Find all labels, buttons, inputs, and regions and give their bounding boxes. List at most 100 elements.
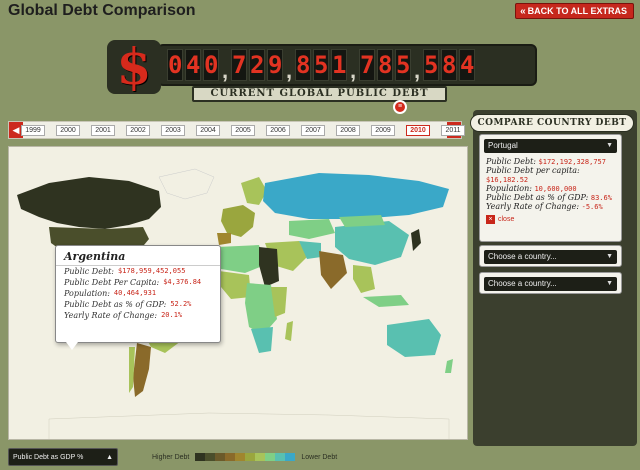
timeline-year-2007[interactable]: 2007: [301, 125, 325, 136]
timeline-year-1999[interactable]: 1999: [21, 125, 45, 136]
popup-row: Public Debt as % of GDP: 52.2%: [64, 300, 192, 309]
dollar-icon: $: [107, 40, 161, 94]
back-button-label: BACK TO ALL EXTRAS: [527, 6, 627, 16]
map-region-madagascar: [285, 321, 293, 341]
legend-swatch: [245, 453, 256, 461]
close-button[interactable]: × close: [480, 211, 621, 228]
legend-swatch: [225, 453, 236, 461]
map-region-indonesia: [363, 295, 409, 307]
map-region-europe-west: [221, 205, 255, 237]
counter-digit: 8: [441, 49, 457, 81]
timeline-year-2002[interactable]: 2002: [126, 125, 150, 136]
compare-stat: Public Debt as % of GDP: 83.6%: [486, 193, 612, 202]
timeline-year-2006[interactable]: 2006: [266, 125, 290, 136]
popup-row: Population: 40,464,931: [64, 289, 157, 298]
chevron-down-icon: ▲: [106, 454, 113, 461]
counter-digit: 4: [185, 49, 201, 81]
popup-tail: [66, 342, 78, 350]
legend-swatch: [265, 453, 276, 461]
map-region-greenland: [158, 168, 215, 200]
chevron-down-icon: ▼: [606, 280, 613, 287]
counter-comma: ,: [285, 58, 293, 83]
counter-digit: 9: [267, 49, 283, 81]
compare-slot-3: Choose a country... ▼: [479, 272, 622, 294]
legend-bar: Public Debt as GDP % ▲ Higher Debt Lower…: [8, 446, 636, 468]
double-chevron-left-icon: «: [520, 5, 525, 17]
legend-higher-label: Higher Debt: [152, 453, 190, 461]
legend-swatch: [235, 453, 246, 461]
counter-digit: 8: [377, 49, 393, 81]
timeline-year-2009[interactable]: 2009: [371, 125, 395, 136]
legend-swatch: [275, 453, 286, 461]
metric-select-value: Public Debt as GDP %: [13, 454, 84, 461]
counter-digits: 040,729,851,785,584: [157, 44, 537, 86]
timeline-years: 1999 2000 2001 2002 2003 2004 2005 2006 2007 2008…: [21, 122, 465, 138]
legend-swatch: [205, 453, 216, 461]
close-label: close: [498, 216, 515, 223]
counter-digit: 7: [359, 49, 375, 81]
timeline: ◀ 1999 2000 2001 2002 2003 2004 2005 2006 2007 20…: [8, 121, 465, 139]
legend-swatch: [195, 453, 206, 461]
compare-slot-1: Portugal ▼ Public Debt: $172,192,328,757…: [479, 134, 622, 242]
timeline-year-2003[interactable]: 2003: [161, 125, 185, 136]
timeline-year-2008[interactable]: 2008: [336, 125, 360, 136]
counter-digit: 7: [231, 49, 247, 81]
map-region-north-africa: [217, 245, 265, 273]
metric-select[interactable]: Public Debt as GDP % ▲: [8, 448, 118, 466]
map-region-india: [319, 251, 347, 289]
compare-stat: Public Debt: $172,192,328,757: [486, 157, 606, 166]
map-region-china: [335, 221, 409, 265]
compare-stat: Yearly Rate of Change: -5.6%: [486, 202, 603, 211]
chevron-down-icon: ▼: [606, 142, 613, 149]
map-region-mongolia: [339, 215, 385, 227]
country-select-2[interactable]: Choose a country... ▼: [484, 250, 617, 264]
back-to-extras-button[interactable]: « BACK TO ALL EXTRAS: [515, 3, 634, 19]
popup-country-name: Argentina: [56, 246, 220, 266]
popup-row: Public Debt: $178,959,452,055: [64, 267, 186, 276]
counter-digit: 8: [295, 49, 311, 81]
dollar-symbol: $: [116, 37, 152, 96]
counter-digit: 5: [395, 49, 411, 81]
legend-swatch: [215, 453, 226, 461]
map-region-southern-africa: [251, 327, 273, 353]
counter-digit: 5: [313, 49, 329, 81]
map-region-southeast-asia: [353, 265, 375, 293]
counter-digit: 4: [459, 49, 475, 81]
counter-digit: 5: [423, 49, 439, 81]
popup-row: Yearly Rate of Change: 20.1%: [64, 311, 183, 320]
legend-swatch: [255, 453, 266, 461]
counter-digit: 0: [203, 49, 219, 81]
counter-digit: 2: [249, 49, 265, 81]
map-region-japan: [411, 229, 421, 251]
counter-digit: 1: [331, 49, 347, 81]
timeline-marker-icon[interactable]: ≡: [393, 100, 409, 120]
timeline-year-2005[interactable]: 2005: [231, 125, 255, 136]
map-region-iberia: [217, 233, 231, 245]
map-region-new-zealand: [445, 359, 453, 373]
page-title: Global Debt Comparison: [8, 2, 196, 19]
compare-stat: Public Debt per capita: $16,182.52: [486, 166, 580, 184]
select-placeholder: Choose a country...: [488, 279, 557, 288]
timeline-year-2004[interactable]: 2004: [196, 125, 220, 136]
country-popup: Argentina Public Debt: $178,959,452,055 P…: [55, 245, 221, 350]
popup-row: Public Debt Per Capita: $4,376.84: [64, 278, 202, 287]
compare-panel-title: COMPARE COUNTRY DEBT: [470, 114, 634, 132]
map-region-sudan-egypt: [259, 247, 279, 287]
chevron-down-icon: ▼: [606, 253, 613, 260]
counter-comma: ,: [413, 58, 421, 83]
counter-comma: ,: [349, 58, 357, 83]
country-select-3[interactable]: Choose a country... ▼: [484, 277, 617, 291]
timeline-year-2001[interactable]: 2001: [91, 125, 115, 136]
legend-swatches: [195, 453, 296, 461]
map-region-australia: [387, 319, 441, 357]
country-select-1[interactable]: Portugal ▼: [484, 139, 617, 153]
compare-stat: Population: 10,600,000: [486, 184, 577, 193]
timeline-year-2000[interactable]: 2000: [56, 125, 80, 136]
legend-lower-label: Lower Debt: [301, 453, 338, 461]
select-value: Portugal: [488, 141, 518, 150]
timeline-year-2011[interactable]: 2011: [441, 125, 465, 136]
map-region-argentina: [133, 343, 151, 397]
legend-swatch: [285, 453, 296, 461]
map-region-russia: [263, 173, 449, 219]
timeline-year-2010[interactable]: 2010: [406, 125, 430, 136]
